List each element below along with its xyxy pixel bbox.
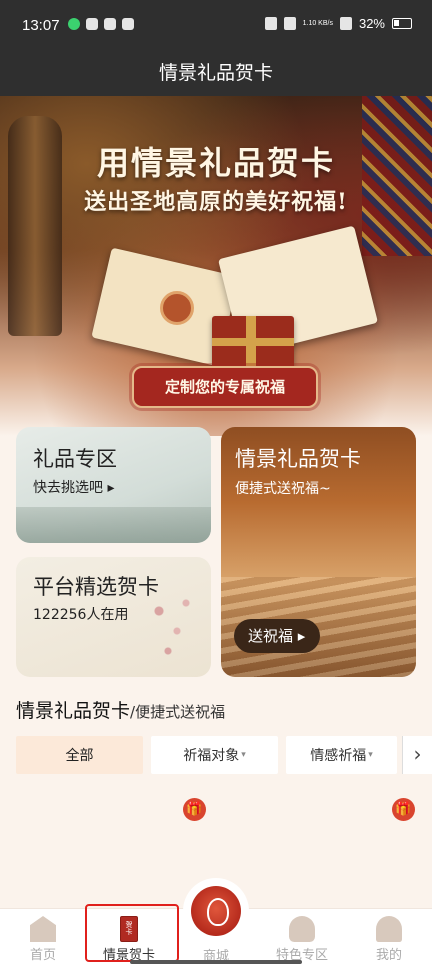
hero-banner[interactable]: 用情景礼品贺卡 送出圣地高原的美好祝福! 定制您的专属祝福 [0, 96, 432, 436]
battery-percent: 32% [358, 16, 385, 31]
status-right: 1.10 KB/s 32% [264, 16, 412, 31]
gift-zone-subtitle: 快去挑选吧 ▸ [33, 480, 115, 496]
home-icon [30, 916, 56, 942]
filter-emotion-blessing[interactable]: 情感祈福 ▾ [286, 736, 397, 774]
tab-profile[interactable]: 我的 [346, 909, 432, 964]
home-indicator[interactable] [130, 960, 302, 964]
vibrate-icon [283, 17, 296, 30]
filter-blessing-target[interactable]: 祈福对象 ▾ [151, 736, 278, 774]
greeting-card-title: 情景礼品贺卡 [235, 447, 361, 471]
banner-subtitle: 送出圣地高原的美好祝福! [84, 189, 348, 215]
gift-icon[interactable]: 🎁 [392, 798, 415, 821]
tab-label: 首页 [29, 948, 56, 963]
filter-label: 祈福对象 [183, 748, 240, 764]
customize-blessing-button[interactable]: 定制您的专属祝福 [132, 366, 318, 408]
battery-icon [392, 18, 412, 29]
section-heading: 情景礼品贺卡/便捷式送祝福 [16, 696, 225, 723]
feature-icon [289, 916, 315, 942]
camera-icon [264, 17, 277, 30]
network-speed: 1.10 KB/s [302, 19, 333, 27]
gift-box-image [212, 316, 294, 372]
tab-label: 我的 [375, 948, 402, 963]
mountain-decoration [16, 507, 211, 543]
filter-label: 情感祈福 [310, 748, 367, 764]
tab-feature[interactable]: 特色专区 [259, 909, 345, 964]
chevron-right-icon[interactable]: › [402, 736, 432, 774]
gift-zone-title: 礼品专区 [33, 447, 117, 471]
section-title: 情景礼品贺卡 [16, 700, 131, 722]
status-bar: 13:07 1.10 KB/s 32% [0, 0, 432, 50]
wifi-icon [339, 17, 352, 30]
page-title: 情景礼品贺卡 [0, 50, 432, 96]
status-time: 13:07 [22, 17, 60, 34]
filter-bar: 全部 祈福对象 ▾ 情感祈福 ▾ [16, 736, 397, 774]
send-blessing-button[interactable]: 送祝福 ▸ [234, 619, 320, 653]
filter-label: 全部 [65, 748, 94, 764]
chevron-down-icon: ▾ [241, 750, 246, 760]
greeting-card-subtitle: 便捷式送祝福~ [235, 481, 331, 497]
chevron-down-icon: ▾ [368, 750, 373, 760]
tab-home[interactable]: 首页 [0, 909, 86, 964]
platform-cards-tile[interactable]: 平台精选贺卡 122256人在用 [16, 557, 211, 677]
wax-seal-image [160, 291, 194, 325]
banner-title: 用情景礼品贺卡 [96, 144, 335, 182]
gift-zone-tile[interactable]: 礼品专区 快去挑选吧 ▸ [16, 427, 211, 543]
notification-icons [68, 18, 134, 30]
greeting-card-tile[interactable]: 情景礼品贺卡 便捷式送祝福~ 送祝福 ▸ [221, 427, 416, 677]
platform-cards-title: 平台精选贺卡 [33, 575, 159, 599]
gift-icon[interactable]: 🎁 [183, 798, 206, 821]
mall-icon [191, 886, 241, 936]
filter-all[interactable]: 全部 [16, 736, 143, 774]
profile-icon [376, 916, 402, 942]
mall-button[interactable] [183, 878, 249, 944]
platform-cards-users: 122256人在用 [33, 607, 129, 623]
selection-highlight [85, 904, 179, 962]
section-subtitle: /便捷式送祝福 [130, 703, 226, 721]
